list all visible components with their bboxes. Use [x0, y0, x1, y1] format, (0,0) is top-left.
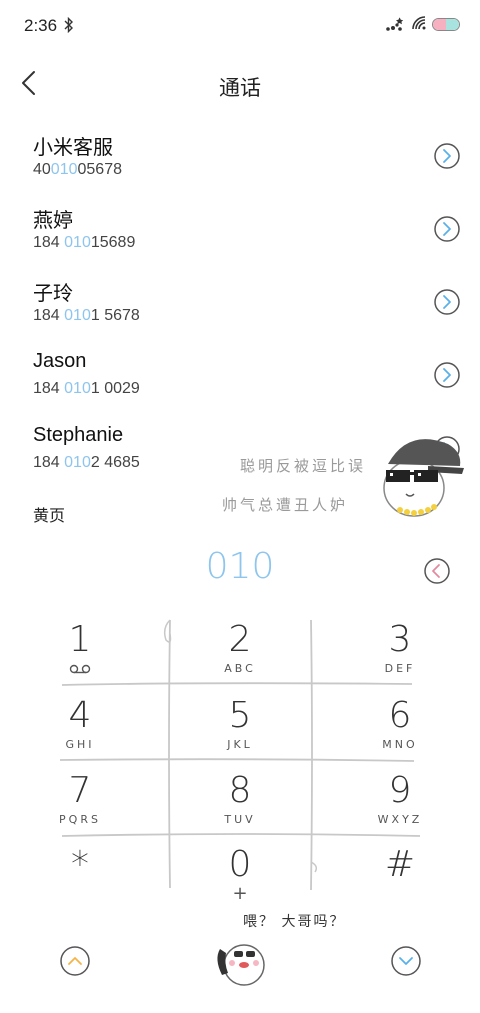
contact-number: 4001005678 [33, 161, 122, 178]
key-4[interactable]: 4 GHI [20, 696, 140, 768]
key-0[interactable]: 0 + [180, 845, 300, 917]
bluetooth-icon [64, 17, 73, 33]
backspace-button[interactable] [423, 557, 451, 585]
key-9[interactable]: 9 WXYZ [340, 771, 460, 843]
sticker-caption: 喂？ 大哥吗？ [243, 914, 346, 930]
dialed-number: 010 [205, 546, 275, 587]
key-6[interactable]: 6 MNO [340, 696, 460, 768]
contact-name: Jason [33, 350, 87, 372]
contact-item[interactable]: 子玲 184 0101 5678 [0, 277, 480, 343]
contact-detail-icon[interactable] [433, 288, 461, 316]
key-7[interactable]: 7 PQRS [20, 771, 140, 843]
yellow-pages-link[interactable]: 黄页 [33, 502, 65, 526]
sticker-text-line2: 帅气总遭丑人妒 [222, 496, 349, 514]
key-hash[interactable]: # [340, 845, 460, 917]
expand-down-button[interactable] [390, 945, 422, 977]
phone-call-sticker-icon[interactable] [212, 935, 270, 987]
collapse-up-button[interactable] [59, 945, 91, 977]
key-star[interactable]: * [20, 845, 140, 917]
contact-name: 小米客服 [33, 137, 113, 159]
contact-number: 184 0101 5678 [33, 307, 140, 324]
contact-item[interactable]: Jason 184 0101 0029 [0, 350, 480, 416]
status-time: 2:36 [24, 16, 58, 35]
contact-item[interactable]: 燕婷 184 01015689 [0, 204, 480, 270]
signal-icon [386, 17, 404, 31]
contact-item[interactable]: 小米客服 4001005678 [0, 131, 480, 197]
contact-name: Stephanie [33, 424, 124, 446]
key-1[interactable]: 1 [20, 620, 140, 692]
battery-icon [432, 18, 460, 31]
contact-name: 燕婷 [33, 210, 73, 232]
contact-detail-icon[interactable] [433, 215, 461, 243]
contact-detail-icon[interactable] [433, 142, 461, 170]
voicemail-icon [69, 664, 91, 674]
page-title: 通话 [219, 77, 261, 100]
contact-number: 184 0102 4685 [33, 454, 140, 471]
contact-name: 子玲 [33, 283, 73, 305]
key-3[interactable]: 3 DEF [340, 620, 460, 692]
cap-sunglasses-sticker-icon [383, 439, 464, 517]
contact-detail-icon[interactable] [433, 361, 461, 389]
key-2[interactable]: 2 ABC [180, 620, 300, 692]
key-8[interactable]: 8 TUV [180, 771, 300, 843]
status-bar: 2:36 [0, 0, 480, 52]
wifi-icon [412, 16, 426, 30]
header: 通话 [0, 55, 480, 113]
key-5[interactable]: 5 JKL [180, 696, 300, 768]
sticker-text-line1: 聪明反被逗比误 [240, 457, 367, 475]
contact-number: 184 01015689 [33, 234, 136, 251]
contact-number: 184 0101 0029 [33, 380, 140, 397]
